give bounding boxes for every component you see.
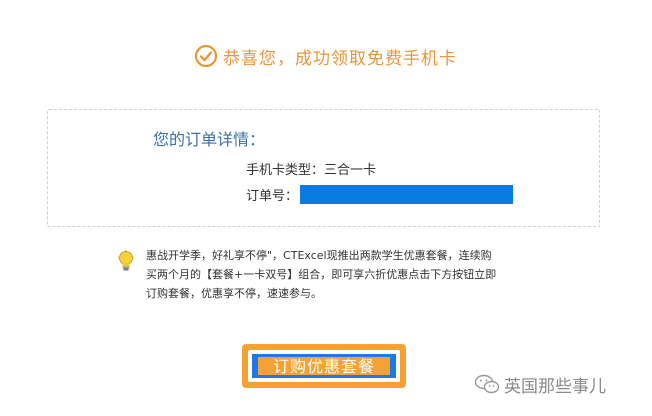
promo-tip-text: 惠战开学季，好礼享不停"，CTExcel现推出两款学生优惠套餐，连续购 买两个月… [146,246,546,303]
tip-line: 惠战开学季，好礼享不停"，CTExcel现推出两款学生优惠套餐，连续购 [146,249,492,262]
order-details-panel: 您的订单详情： 手机卡类型： 三合一卡 订单号： [47,109,600,227]
order-number-row: 订单号： [246,185,514,204]
check-circle-icon [194,44,218,68]
order-package-button[interactable]: 订购优惠套餐 [242,344,406,388]
tip-line: 买两个月的【套餐+一卡双号】组合，即可享六折优惠点击下方按钮立即 [146,268,497,281]
order-number-redacted [300,185,514,204]
order-details-title: 您的订单详情： [153,130,266,149]
lightbulb-icon [118,249,134,271]
order-package-button-label: 订购优惠套餐 [258,357,390,376]
card-type-value: 三合一卡 [324,163,377,178]
card-type-row: 手机卡类型： 三合一卡 [246,159,376,178]
watermark-text: 英国那些事儿 [504,376,606,397]
wechat-icon [474,374,500,394]
tip-line: 订购套餐，优惠享不停，速速参与。 [146,287,322,300]
order-number-label: 订单号： [246,189,299,204]
watermark: 英国那些事儿 [474,372,606,397]
success-banner: 恭喜您，成功领取免费手机卡 [194,43,457,69]
card-type-label: 手机卡类型： [246,163,325,178]
success-message: 恭喜您，成功领取免费手机卡 [223,48,457,69]
